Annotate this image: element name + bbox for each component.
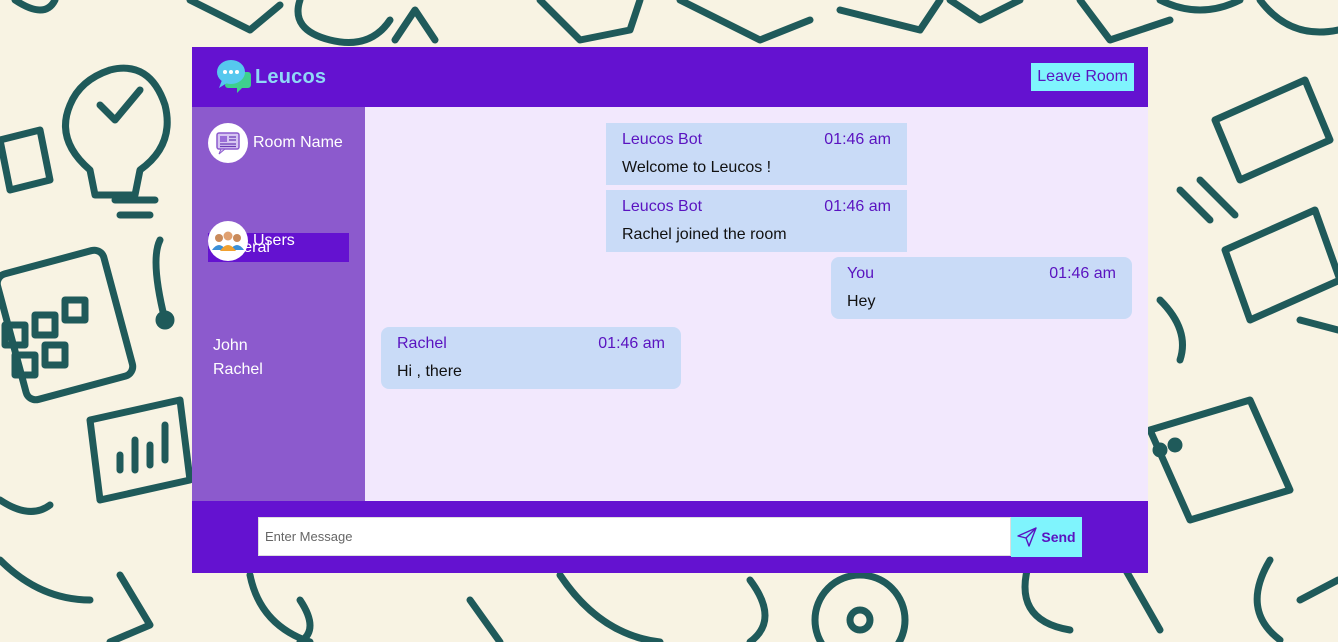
message-text: Hi , there xyxy=(397,363,462,380)
message-time: 01:46 am xyxy=(1049,265,1116,282)
message-list: Leucos Bot 01:46 am Welcome to Leucos ! L… xyxy=(365,107,1148,501)
chat-bubbles-icon xyxy=(217,60,251,93)
room-heading: Room Name xyxy=(208,123,343,163)
message-composer: Send xyxy=(192,501,1148,573)
message-text: Rachel joined the room xyxy=(622,226,787,243)
users-heading-label: Users xyxy=(253,232,295,249)
message-time: 01:46 am xyxy=(598,335,665,352)
message-item-own: You 01:46 am Hey xyxy=(831,257,1132,319)
message-text: Hey xyxy=(847,293,876,310)
message-author: Leucos Bot xyxy=(622,198,703,215)
brand-name: Leucos xyxy=(255,66,327,88)
message-time: 01:46 am xyxy=(824,131,891,148)
message-item: Leucos Bot 01:46 am Rachel joined the roo… xyxy=(606,190,907,252)
paper-plane-icon xyxy=(1017,527,1038,547)
users-list: John Rachel xyxy=(213,336,263,384)
message-time: 01:46 am xyxy=(824,198,891,215)
room-heading-label: Room Name xyxy=(253,134,343,151)
users-group-icon xyxy=(208,221,248,261)
message-item: Leucos Bot 01:46 am Welcome to Leucos ! xyxy=(606,123,907,185)
send-button-label: Send xyxy=(1041,529,1076,545)
message-author: Rachel xyxy=(397,335,447,352)
chat-app-window: Leucos Leave Room Room Name General xyxy=(192,47,1148,573)
message-author: Leucos Bot xyxy=(622,131,703,148)
user-item-rachel: Rachel xyxy=(213,361,263,378)
user-item-john: John xyxy=(213,337,248,354)
app-header: Leucos Leave Room xyxy=(192,47,1148,107)
message-input[interactable] xyxy=(258,517,1011,556)
leave-room-button[interactable]: Leave Room xyxy=(1031,63,1134,91)
send-button[interactable]: Send xyxy=(1011,517,1082,557)
message-author: You xyxy=(847,265,874,282)
message-text: Welcome to Leucos ! xyxy=(622,159,772,176)
sidebar: Room Name General Users John Rachel xyxy=(192,107,365,501)
chat-room-icon xyxy=(208,123,248,163)
message-item: Rachel 01:46 am Hi , there xyxy=(381,327,681,389)
users-heading: Users xyxy=(208,221,295,261)
